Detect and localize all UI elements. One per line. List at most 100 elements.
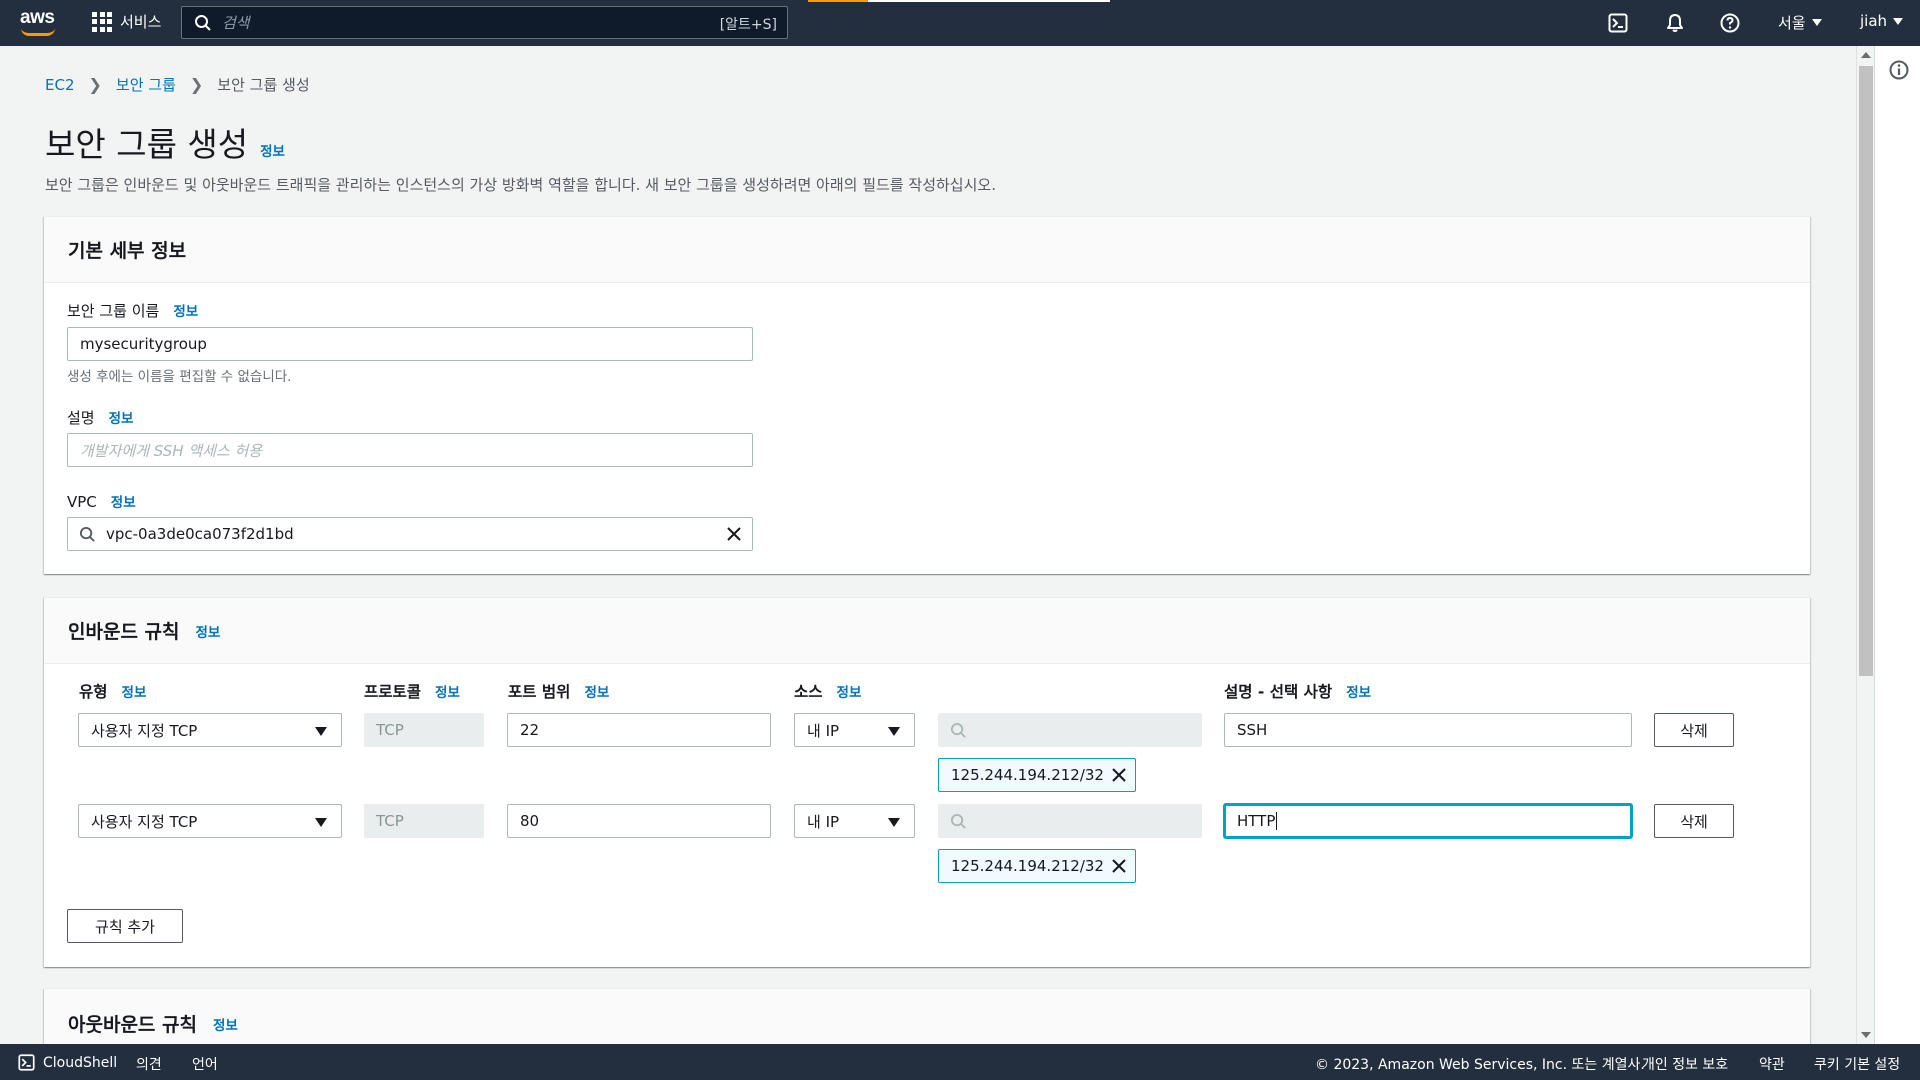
close-icon[interactable] <box>726 526 742 542</box>
search-icon <box>950 722 966 738</box>
cloudshell-icon[interactable] <box>1606 11 1630 35</box>
breadcrumb-ec2[interactable]: EC2 <box>45 76 75 94</box>
info-link[interactable]: 정보 <box>435 681 460 701</box>
page-title: 보안 그룹 생성 정보 <box>45 118 285 166</box>
col-header-port-text: 포트 범위 <box>508 683 571 701</box>
cidr-token-value: 125.244.194.212/32 <box>951 857 1104 875</box>
caret-down-icon <box>888 727 900 736</box>
rule-source-value: 내 IP <box>807 721 840 740</box>
loading-indicator-track <box>868 0 1110 2</box>
page-title-text: 보안 그룹 생성 <box>45 125 249 164</box>
help-icon[interactable] <box>1718 11 1742 35</box>
info-link[interactable]: 정보 <box>584 681 609 701</box>
aws-logo-text: aws <box>20 7 55 28</box>
region-selector[interactable]: 서울 <box>1778 12 1822 33</box>
language-link[interactable]: 언어 <box>192 1054 218 1074</box>
scroll-up-arrow-icon[interactable] <box>1861 52 1871 58</box>
main-content: EC2 ❯ 보안 그룹 ❯ 보안 그룹 생성 보안 그룹 생성 정보 보안 그룹… <box>0 46 1874 1044</box>
sg-name-input[interactable]: mysecuritygroup <box>67 327 753 361</box>
rule-port-input[interactable]: 22 <box>507 713 771 747</box>
rule-type-value: 사용자 지정 TCP <box>91 721 198 740</box>
rule-port-input[interactable]: 80 <box>507 804 771 838</box>
aws-logo[interactable]: aws <box>20 8 56 38</box>
panel-title: 아웃바운드 규칙 <box>68 1014 197 1036</box>
col-header-source: 소스 정보 <box>794 680 861 702</box>
breadcrumb-security-groups[interactable]: 보안 그룹 <box>116 74 176 95</box>
page-description: 보안 그룹은 인바운드 및 아웃바운드 트래픽을 관리하는 인스턴스의 가상 방… <box>45 176 996 194</box>
panel-header: 인바운드 규칙 정보 <box>44 598 1810 664</box>
account-name: jiah <box>1860 12 1888 30</box>
top-navigation: aws 서비스 [알트+S] 서울 jiah <box>0 0 1920 46</box>
cidr-search-input[interactable] <box>938 804 1202 838</box>
info-link[interactable]: 정보 <box>260 140 285 160</box>
close-icon[interactable] <box>1111 858 1127 874</box>
scrollbar-thumb[interactable] <box>1859 66 1873 676</box>
terms-link[interactable]: 약관 <box>1759 1054 1785 1074</box>
outbound-rules-panel: 아웃바운드 규칙 정보 <box>44 988 1810 1044</box>
basic-details-panel: 기본 세부 정보 보안 그룹 이름 정보 mysecuritygroup 생성 … <box>44 216 1810 574</box>
col-header-source-text: 소스 <box>794 683 823 701</box>
scroll-down-arrow-icon[interactable] <box>1861 1032 1871 1038</box>
text-cursor <box>1276 812 1278 830</box>
info-link[interactable]: 정보 <box>213 1014 238 1034</box>
rule-source-select[interactable]: 내 IP <box>794 713 915 747</box>
rule-description-value: HTTP <box>1237 812 1276 830</box>
vpc-value: vpc-0a3de0ca073f2d1bd <box>106 525 294 543</box>
vertical-scrollbar[interactable] <box>1856 46 1874 1044</box>
info-link[interactable]: 정보 <box>837 681 862 701</box>
search-icon <box>950 813 966 829</box>
search-icon <box>79 526 95 542</box>
services-label: 서비스 <box>120 13 162 31</box>
rule-source-value: 내 IP <box>807 812 840 831</box>
info-circle-icon[interactable] <box>1889 60 1909 80</box>
delete-rule-button[interactable]: 삭제 <box>1654 804 1734 838</box>
vpc-label: VPC 정보 <box>67 491 136 511</box>
description-input[interactable]: 개발자에게 SSH 액세스 허용 <box>67 433 753 467</box>
cidr-search-input[interactable] <box>938 713 1202 747</box>
info-link[interactable]: 정보 <box>122 681 147 701</box>
caret-down-icon <box>888 818 900 827</box>
rule-description-input[interactable]: SSH <box>1224 713 1632 747</box>
delete-rule-button[interactable]: 삭제 <box>1654 713 1734 747</box>
services-menu-button[interactable]: 서비스 <box>92 11 161 32</box>
sg-name-label-text: 보안 그룹 이름 <box>67 302 160 320</box>
terminal-icon <box>18 1054 35 1071</box>
info-link[interactable]: 정보 <box>111 491 136 511</box>
loading-indicator <box>808 0 868 2</box>
col-header-description-text: 설명 - 선택 사항 <box>1224 683 1333 701</box>
sg-name-label: 보안 그룹 이름 정보 <box>67 300 198 321</box>
rule-protocol: TCP <box>364 804 484 838</box>
cookie-preferences-link[interactable]: 쿠키 기본 설정 <box>1814 1054 1900 1074</box>
info-link[interactable]: 정보 <box>1346 681 1371 701</box>
rule-type-value: 사용자 지정 TCP <box>91 812 198 831</box>
feedback-link[interactable]: 의견 <box>136 1054 162 1074</box>
info-link[interactable]: 정보 <box>109 407 134 427</box>
rule-description-input[interactable]: HTTP <box>1224 804 1632 838</box>
breadcrumb: EC2 ❯ 보안 그룹 ❯ 보안 그룹 생성 <box>45 74 310 95</box>
rule-source-select[interactable]: 내 IP <box>794 804 915 838</box>
caret-down-icon <box>315 818 327 827</box>
cidr-token: 125.244.194.212/32 <box>938 758 1136 792</box>
search-input[interactable] <box>222 13 692 32</box>
col-header-type-text: 유형 <box>79 683 108 701</box>
breadcrumb-current: 보안 그룹 생성 <box>217 76 310 94</box>
inbound-rules-panel: 인바운드 규칙 정보 유형 정보 프로토콜 정보 포트 범위 정보 소스 정보 설명 -… <box>44 597 1810 967</box>
col-header-type: 유형 정보 <box>79 680 146 702</box>
notifications-bell-icon[interactable] <box>1663 11 1687 35</box>
info-link[interactable]: 정보 <box>196 621 221 641</box>
rule-type-select[interactable]: 사용자 지정 TCP <box>78 804 342 838</box>
col-header-description: 설명 - 선택 사항 정보 <box>1224 680 1371 702</box>
cidr-token: 125.244.194.212/32 <box>938 849 1136 883</box>
cloudshell-button[interactable]: CloudShell <box>18 1054 117 1071</box>
add-rule-button[interactable]: 규칙 추가 <box>67 909 183 943</box>
close-icon[interactable] <box>1111 767 1127 783</box>
vpc-select[interactable]: vpc-0a3de0ca073f2d1bd <box>67 517 753 551</box>
privacy-link[interactable]: 개인 정보 보호 <box>1642 1054 1728 1074</box>
col-header-protocol: 프로토콜 정보 <box>364 680 460 702</box>
panel-header: 아웃바운드 규칙 정보 <box>44 989 1810 1044</box>
rule-type-select[interactable]: 사용자 지정 TCP <box>78 713 342 747</box>
account-menu[interactable]: jiah <box>1860 12 1904 30</box>
chevron-down-icon <box>1893 17 1904 25</box>
search-bar[interactable]: [알트+S] <box>181 6 788 39</box>
info-link[interactable]: 정보 <box>173 300 198 320</box>
